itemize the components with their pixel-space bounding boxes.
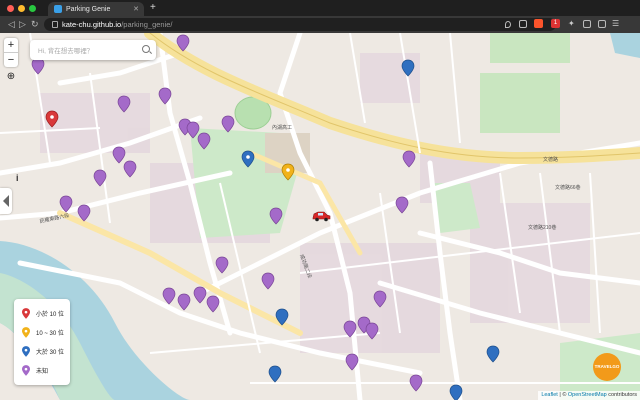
map-label-school: 內湖高工 [272,124,292,131]
location-icon[interactable] [505,21,511,28]
forward-icon[interactable]: ▷ [19,19,26,30]
map-view[interactable]: 內湖高工 文德路 文德路66巷 民權東路六段 成功路二段 文德路210巷 + −… [0,33,640,400]
search-icon[interactable] [142,45,150,53]
tab-parking-genie[interactable]: Parking Genie ✕ [48,2,144,16]
wallet-icon[interactable] [598,20,606,28]
info-icon[interactable]: i [16,173,19,183]
maximize-window-button[interactable] [29,5,36,12]
red-pin-icon [22,307,30,319]
legend-item: 小於 10 位 [22,307,64,319]
yellow-pin-icon [22,326,30,338]
url-path: /parking_genie/ [121,20,173,29]
tab-title: Parking Genie [66,5,111,13]
url-host: kate-chu.github.io [62,20,122,29]
legend-label: 大於 30 位 [36,349,65,356]
leaflet-link[interactable]: Leaflet [541,392,558,398]
locate-me-icon[interactable]: ⊕ [4,70,18,84]
zoom-out-button[interactable]: − [4,53,18,67]
brave-shield-icon[interactable] [534,19,543,28]
share-icon[interactable] [519,20,527,28]
close-tab-icon[interactable]: ✕ [133,5,139,13]
lock-icon [52,21,58,28]
legend-label: 10 ~ 30 位 [36,330,64,337]
purple-pin-icon [22,364,30,376]
close-window-button[interactable] [7,5,14,12]
rewards-badge[interactable]: 1 [551,19,560,28]
menu-icon[interactable]: ☰ [612,19,621,28]
zoom-control: + − [4,38,18,67]
extensions-icon[interactable]: ✦ [568,19,577,28]
url-field[interactable]: kate-chu.github.io /parking_genie/ [44,18,556,31]
osm-link[interactable]: OpenStreetMap [568,392,607,398]
sidebar-icon[interactable] [583,20,591,28]
legend-item: 未知 [22,364,48,376]
back-icon[interactable]: ◁ [8,19,15,30]
svg-text:文德路210巷: 文德路210巷 [528,224,556,231]
current-location-car-icon [311,209,331,227]
address-bar-row: ◁ ▷ ↻ kate-chu.github.io /parking_genie/… [0,16,640,33]
reload-icon[interactable]: ↻ [31,19,39,30]
legend-label: 小於 10 位 [36,311,65,318]
legend-item: 大於 30 位 [22,345,64,357]
legend-label: 未知 [36,368,49,375]
destination-search-input[interactable]: Hi, 背在想去哪裡？ [30,40,156,60]
legend-item: 10 ~ 30 位 [22,326,64,338]
blue-pin-icon [22,345,30,357]
travelgo-logo: TRAVELGO [593,353,621,381]
map-attribution: Leaflet | © OpenStreetMap contributors [538,391,640,400]
new-tab-button[interactable]: + [150,2,156,13]
favicon-icon [54,5,62,13]
tab-bar: Parking Genie ✕ + [0,0,640,16]
zoom-in-button[interactable]: + [4,38,18,53]
svg-text:文德路66巷: 文德路66巷 [555,184,581,191]
legend: 小於 10 位 10 ~ 30 位 大於 30 位 未知 [14,299,70,385]
minimize-window-button[interactable] [18,5,25,12]
side-panel-toggle[interactable] [0,188,12,214]
search-placeholder: Hi, 背在想去哪裡？ [38,48,94,55]
svg-text:文德路: 文德路 [543,156,558,163]
